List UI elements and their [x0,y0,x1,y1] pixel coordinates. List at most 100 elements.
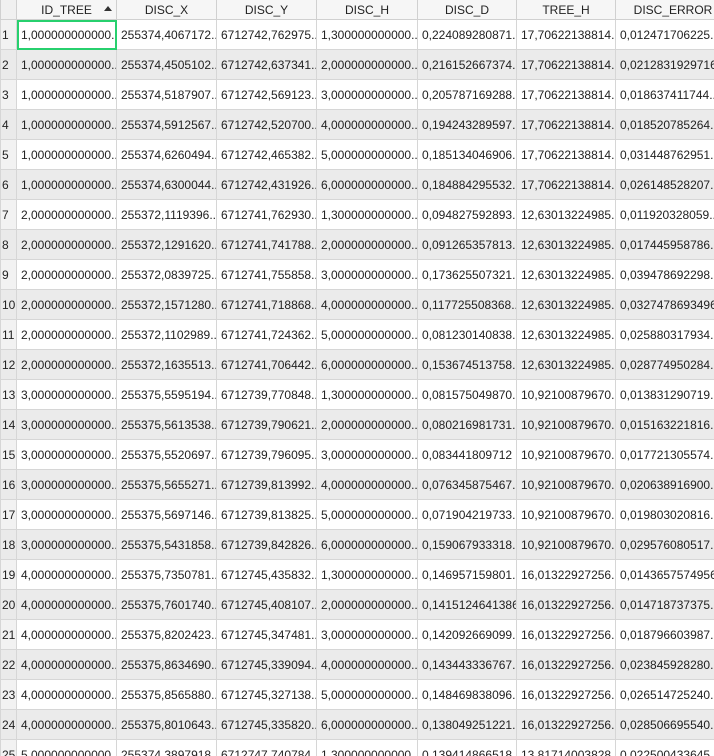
table-cell[interactable]: 6712742,465382... [216,139,317,170]
table-cell[interactable]: 255375,5520697... [116,439,217,470]
row-number[interactable]: 8 [0,229,17,260]
table-cell[interactable]: 0,094827592893... [417,199,517,230]
table-cell[interactable]: 255375,5697146... [116,499,217,530]
table-cell[interactable]: 255374,6260494... [116,139,217,170]
row-number[interactable]: 11 [0,319,17,350]
table-cell[interactable]: 17,70622138814... [516,139,616,170]
table-cell[interactable]: 0,071904219733... [417,499,517,530]
row-number[interactable]: 5 [0,139,17,170]
table-cell[interactable]: 0,018637411744... [615,79,714,110]
table-row[interactable]: 22 4,000000000000... 255375,8634690... 6712… [0,649,714,680]
table-cell[interactable]: 2,000000000000... [16,319,117,350]
table-cell[interactable]: 5,000000000000... [316,499,418,530]
table-cell[interactable]: 255375,8202423... [116,619,217,650]
table-cell[interactable]: 0,022500433645... [615,739,714,756]
column-header-disc-error[interactable]: DISC_ERROR [615,0,714,20]
table-row[interactable]: 11 2,000000000000... 255372,1102989... 6712… [0,319,714,350]
table-cell[interactable]: 0,025880317934... [615,319,714,350]
table-cell[interactable]: 255374,4067172... [116,19,217,50]
table-cell[interactable]: 3,000000000000... [16,379,117,410]
table-cell[interactable]: 5,000000000000... [16,739,117,756]
table-cell[interactable]: 6712739,796095... [216,439,317,470]
table-cell[interactable]: 6712742,431926... [216,169,317,200]
table-cell[interactable]: 255372,1291620... [116,229,217,260]
table-cell[interactable]: 0,076345875467... [417,469,517,500]
table-cell[interactable]: 4,000000000000... [16,709,117,740]
table-cell[interactable]: 0,03274786934961 [615,289,714,320]
table-cell[interactable]: 0,194243289597... [417,109,517,140]
table-cell[interactable]: 0,018796603987... [615,619,714,650]
table-cell[interactable]: 6712742,569123... [216,79,317,110]
table-cell[interactable]: 2,000000000000... [316,49,418,80]
row-number[interactable]: 21 [0,619,17,650]
table-cell[interactable]: 255375,8634690... [116,649,217,680]
table-cell[interactable]: 16,01322927256... [516,709,616,740]
table-cell[interactable]: 0,029576080517... [615,529,714,560]
table-cell[interactable]: 4,000000000000... [16,619,117,650]
table-row[interactable]: 12 2,000000000000... 255372,1635513... 6712… [0,349,714,380]
table-cell[interactable]: 10,92100879670... [516,469,616,500]
table-cell[interactable]: 3,000000000000... [316,259,418,290]
table-cell[interactable]: 0,017445958786... [615,229,714,260]
table-row[interactable]: 4 1,000000000000... 255374,5912567... 67127… [0,109,714,140]
table-cell[interactable]: 16,01322927256... [516,559,616,590]
table-cell[interactable]: 255375,5431858... [116,529,217,560]
row-number[interactable]: 2 [0,49,17,80]
table-cell[interactable]: 0,015163221816... [615,409,714,440]
table-cell[interactable]: 6712742,520700... [216,109,317,140]
table-cell[interactable]: 6712741,718868... [216,289,317,320]
table-cell[interactable]: 0,018520785264... [615,109,714,140]
row-number[interactable]: 9 [0,259,17,290]
table-cell[interactable]: 10,92100879670... [516,439,616,470]
table-cell[interactable]: 1,300000000000... [316,19,418,50]
table-cell[interactable]: 3,000000000000... [316,79,418,110]
table-row[interactable]: 23 4,000000000000... 255375,8565880... 6712… [0,679,714,710]
table-cell[interactable]: 0,216152667374... [417,49,517,80]
table-cell[interactable]: 12,63013224985... [516,259,616,290]
table-cell[interactable]: 3,000000000000... [16,409,117,440]
table-cell[interactable]: 6712747,740784... [216,739,317,756]
table-cell[interactable]: 4,000000000000... [16,679,117,710]
table-cell[interactable]: 1,000000000000... [16,169,117,200]
table-cell[interactable]: 17,70622138814... [516,79,616,110]
table-cell[interactable]: 4,000000000000... [16,559,117,590]
row-number[interactable]: 1 [0,19,17,50]
column-header-disc-x[interactable]: DISC_X [116,0,217,20]
row-number[interactable]: 3 [0,79,17,110]
table-cell[interactable]: 0,143443336767... [417,649,517,680]
table-cell[interactable]: 6712741,724362... [216,319,317,350]
table-cell[interactable]: 1,000000000000... [16,139,117,170]
table-cell[interactable]: 255372,0839725... [116,259,217,290]
table-cell[interactable]: 13,81714003828... [516,739,616,756]
table-cell[interactable]: 0,138049251221... [417,709,517,740]
table-row[interactable]: 3 1,000000000000... 255374,5187907... 67127… [0,79,714,110]
table-cell[interactable]: 0,081230140838... [417,319,517,350]
table-cell[interactable]: 0,017721305574... [615,439,714,470]
table-cell[interactable]: 10,92100879670... [516,499,616,530]
table-cell[interactable]: 6712745,327138... [216,679,317,710]
table-cell[interactable]: 6712739,813992... [216,469,317,500]
row-number-header[interactable] [0,0,17,20]
column-header-tree-h[interactable]: TREE_H [516,0,616,20]
table-cell[interactable]: 0,019803020816... [615,499,714,530]
table-cell[interactable]: 0,039478692298... [615,259,714,290]
table-cell[interactable]: 17,70622138814... [516,169,616,200]
table-cell[interactable]: 0,080216981731... [417,409,517,440]
table-cell[interactable]: 0,020638916900... [615,469,714,500]
table-cell[interactable]: 0,081575049870... [417,379,517,410]
table-cell[interactable]: 4,000000000000... [316,289,418,320]
row-number[interactable]: 4 [0,109,17,140]
table-cell[interactable]: 16,01322927256... [516,649,616,680]
table-cell[interactable]: 0,023845928280... [615,649,714,680]
table-cell[interactable]: 16,01322927256... [516,679,616,710]
table-cell[interactable]: 0,146957159801... [417,559,517,590]
table-cell[interactable]: 3,000000000000... [316,439,418,470]
table-cell[interactable]: 2,000000000000... [316,589,418,620]
table-cell[interactable]: 0,026514725240... [615,679,714,710]
table-cell[interactable]: 0,142092669099... [417,619,517,650]
table-cell[interactable]: 255374,6300044... [116,169,217,200]
table-cell[interactable]: 6712741,755858... [216,259,317,290]
table-row[interactable]: 14 3,000000000000... 255375,5613538... 6712… [0,409,714,440]
table-cell[interactable]: 255375,7350781... [116,559,217,590]
table-row[interactable]: 13 3,000000000000... 255375,5595194... 6712… [0,379,714,410]
